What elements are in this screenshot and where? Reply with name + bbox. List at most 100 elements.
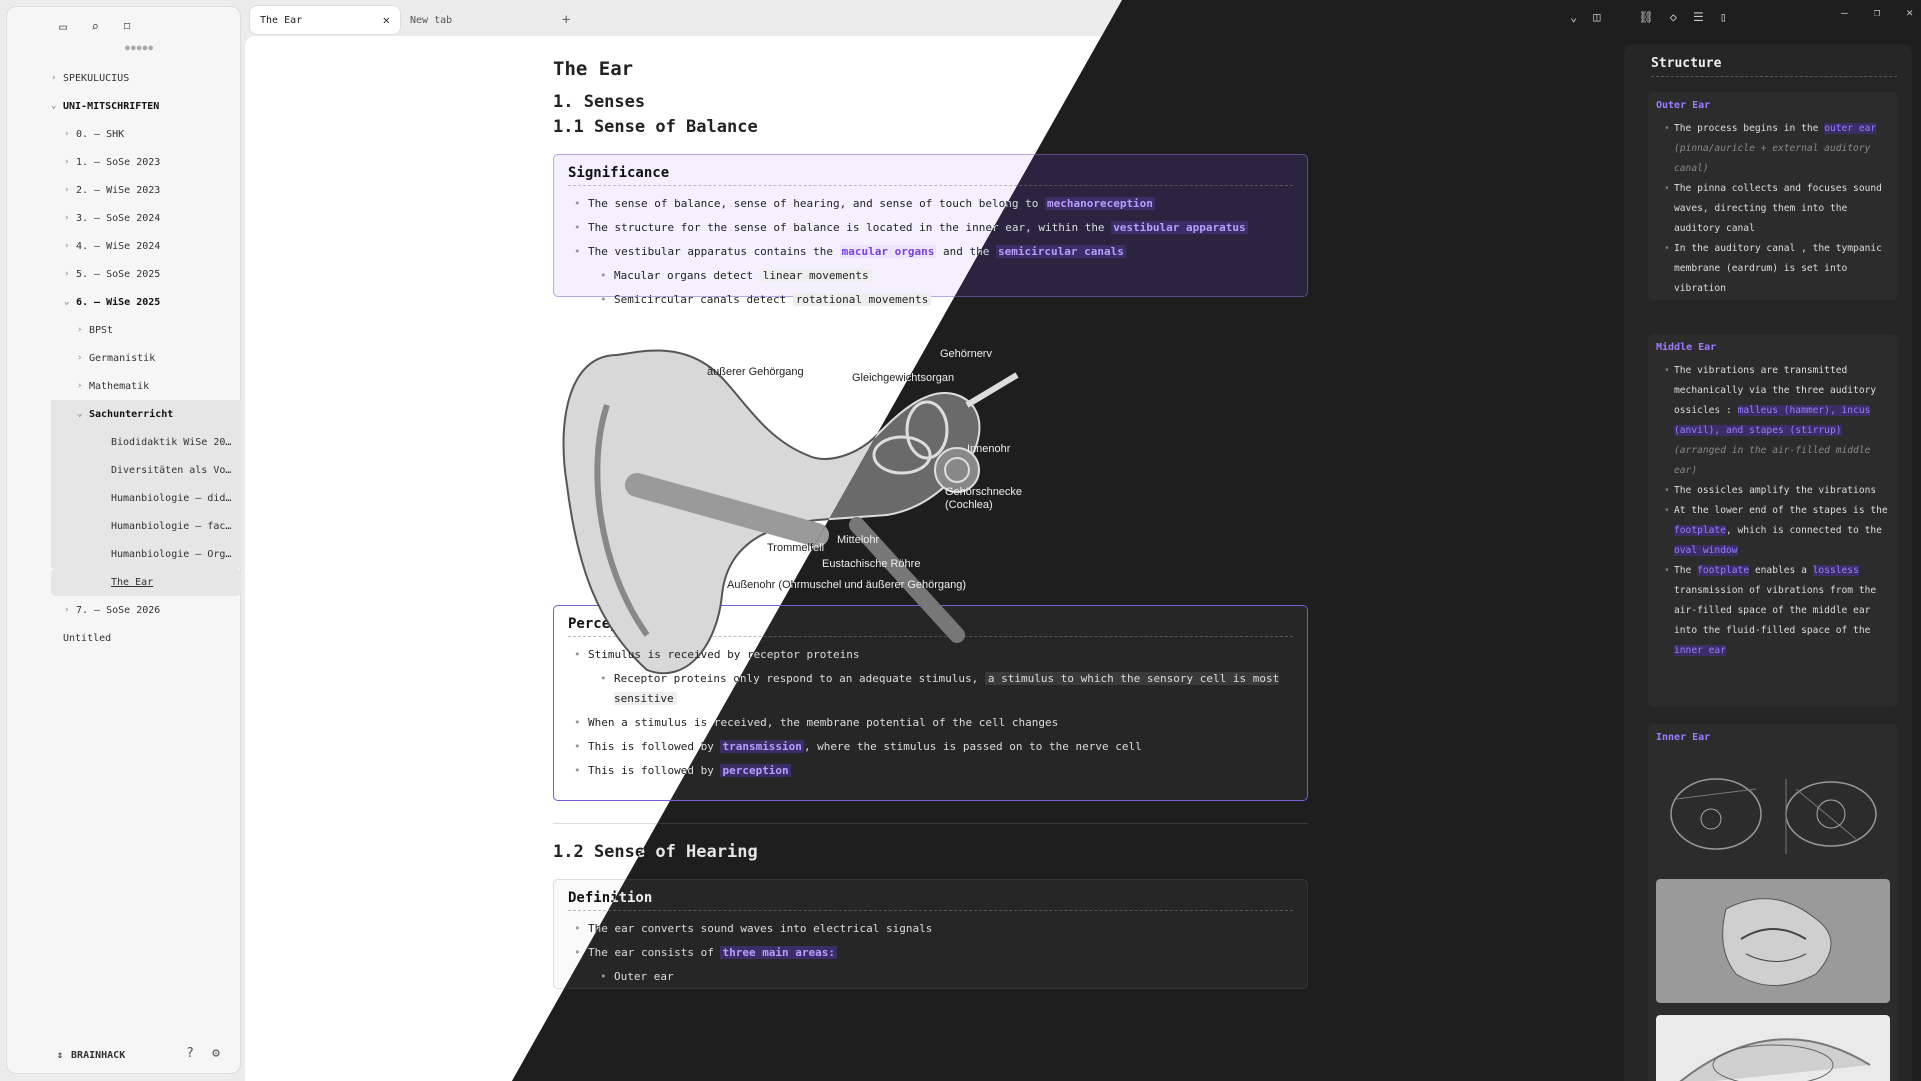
sidebar-item[interactable]: Humanbiologie – Org…: [51, 540, 241, 568]
tag[interactable]: perception: [720, 764, 791, 777]
chevron-down-icon[interactable]: ⌄: [1570, 10, 1577, 24]
close-icon[interactable]: ✕: [383, 13, 390, 27]
minimize-icon[interactable]: —: [1841, 6, 1848, 19]
maximize-icon[interactable]: ❐: [1874, 6, 1881, 19]
sidebar-item[interactable]: › 0. – SHK: [51, 120, 241, 148]
divider: [553, 823, 1308, 824]
diagram-label: (Cochlea): [945, 499, 993, 511]
toolbar-right: ⌄ ◫ ⛓ ◇ ☰ ▯: [1570, 10, 1727, 24]
tag-icon[interactable]: ◇: [1670, 10, 1677, 24]
sidebar-item[interactable]: Untitled: [51, 624, 241, 652]
diagram-label: Innenohr: [967, 443, 1011, 455]
sidebar-item[interactable]: › Germanistik: [51, 344, 241, 372]
sidebar-item-label: Diversitäten als Vo…: [111, 464, 232, 476]
sidebar-item[interactable]: › 5. – SoSe 2025: [51, 260, 241, 288]
sidebar-item[interactable]: › Mathematik: [51, 372, 241, 400]
sidebar-item[interactable]: ⌄ Sachunterricht: [51, 400, 241, 428]
tab-the-ear[interactable]: The Ear ✕: [250, 6, 400, 34]
chevron-down-icon[interactable]: ⌄: [64, 297, 76, 307]
updown-icon: ⇕: [57, 1050, 64, 1061]
note: (pinna/auricle + external auditory canal…: [1674, 143, 1871, 174]
chevron-right-icon[interactable]: ›: [51, 73, 63, 83]
help-icon[interactable]: ?: [180, 1043, 200, 1063]
chevron-down-icon[interactable]: ⌄: [77, 409, 89, 419]
inline-code: linear movements: [759, 269, 872, 282]
sidebar-item[interactable]: › 7. – SoSe 2026: [51, 596, 241, 624]
sidebar-item-label: 7. – SoSe 2026: [76, 604, 161, 616]
chevron-right-icon[interactable]: ›: [64, 129, 76, 139]
sidebar-item[interactable]: › 1. – SoSe 2023: [51, 148, 241, 176]
sidebar-item[interactable]: ⌄ UNI-MITSCHRIFTEN: [51, 92, 241, 120]
outline-icon[interactable]: ☰: [1693, 10, 1704, 24]
text: transmission of vibrations from the air-…: [1674, 585, 1877, 636]
hair-cell-image[interactable]: [1656, 1015, 1890, 1081]
chevron-right-icon[interactable]: ›: [64, 269, 76, 279]
sidebar-item[interactable]: Humanbiologie – did…: [51, 484, 241, 512]
sidebar-item[interactable]: Biodidaktik WiSe 20…: [51, 428, 241, 456]
structure-title: Structure: [1651, 56, 1897, 77]
tag[interactable]: three main areas:: [720, 946, 838, 959]
list-item: The ear converts sound waves into electr…: [568, 917, 1293, 941]
sidebar-item[interactable]: Diversitäten als Vo…: [51, 456, 241, 484]
list-item: At the lower end of the stapes is the fo…: [1656, 501, 1890, 561]
tab-new[interactable]: New tab: [400, 6, 550, 34]
chevron-right-icon[interactable]: ›: [77, 325, 89, 335]
chevron-right-icon[interactable]: ›: [64, 185, 76, 195]
sidebar-item-label: Untitled: [63, 632, 112, 644]
tag[interactable]: transmission: [720, 740, 804, 753]
diagram-label: Gehörschnecke: [945, 486, 1022, 498]
sidebar-item[interactable]: › 3. – SoSe 2024: [51, 204, 241, 232]
sidebar-item[interactable]: The Ear: [51, 568, 241, 596]
tag[interactable]: semicircular canals: [996, 245, 1126, 258]
sidebar-item[interactable]: Humanbiologie – fac…: [51, 512, 241, 540]
document-icon[interactable]: ▯: [1720, 10, 1727, 24]
chevron-right-icon[interactable]: ›: [64, 157, 76, 167]
sidebar-item-label: 2. – WiSe 2023: [76, 184, 161, 196]
tag[interactable]: footplate: [1697, 565, 1750, 576]
link-icon[interactable]: ⛓: [1638, 10, 1653, 24]
tag[interactable]: vestibular apparatus: [1111, 221, 1248, 234]
tag[interactable]: outer ear: [1824, 123, 1877, 134]
drag-handle-icon[interactable]: ●●●●●: [125, 43, 154, 52]
tag[interactable]: macular organs: [839, 245, 937, 258]
vault-name: BRAINHACK: [71, 1050, 126, 1061]
folder-icon[interactable]: ▭: [53, 17, 73, 37]
sidebar-item-label: Humanbiologie – did…: [111, 492, 232, 504]
search-icon[interactable]: ⌕: [85, 17, 105, 37]
list-item: The ear consists of three main areas:: [568, 941, 1293, 965]
chevron-right-icon[interactable]: ›: [64, 213, 76, 223]
new-tab-icon[interactable]: +: [562, 12, 570, 28]
chevron-right-icon[interactable]: ›: [64, 241, 76, 251]
sidebar-item[interactable]: › 2. – WiSe 2023: [51, 176, 241, 204]
inner-ear-card: Inner Ear: [1648, 724, 1898, 1081]
tag[interactable]: footplate: [1674, 525, 1726, 536]
tab-label: New tab: [410, 14, 453, 26]
chevron-right-icon[interactable]: ›: [77, 353, 89, 363]
structure-panel: Structure Outer Ear The process begins i…: [1624, 44, 1912, 1081]
split-view-icon[interactable]: ◫: [1593, 10, 1600, 24]
sidebar-item[interactable]: › SPEKULUCIUS: [51, 64, 241, 92]
inner-ear-diagram-image[interactable]: [1656, 759, 1890, 867]
sidebar-item[interactable]: › BPSt: [51, 316, 241, 344]
bookmark-icon[interactable]: ⌑: [117, 17, 137, 37]
inline-code: rotational movements: [792, 293, 932, 306]
card-heading: Outer Ear: [1656, 100, 1711, 111]
sidebar-item[interactable]: › 4. – WiSe 2024: [51, 232, 241, 260]
sidebar-item-label: Sachunterricht: [89, 408, 174, 420]
text: The vestibular apparatus contains the: [588, 245, 840, 258]
tag[interactable]: mechanoreception: [1044, 197, 1155, 210]
settings-icon[interactable]: ⚙: [206, 1043, 226, 1063]
chevron-right-icon[interactable]: ›: [64, 605, 76, 615]
vault-switcher[interactable]: ⇕ BRAINHACK: [57, 1050, 125, 1061]
sidebar-item[interactable]: ⌄ 6. – WiSe 2025: [51, 288, 241, 316]
cochlea-section-image[interactable]: [1656, 879, 1890, 1003]
text: The: [1674, 565, 1698, 576]
tag[interactable]: oval window: [1674, 545, 1738, 556]
sidebar-item-label: Germanistik: [89, 352, 156, 364]
tag[interactable]: lossless: [1812, 565, 1859, 576]
chevron-down-icon[interactable]: ⌄: [51, 101, 63, 111]
chevron-right-icon[interactable]: ›: [77, 381, 89, 391]
text: The sense of balance, sense of hearing, …: [588, 197, 1045, 210]
tag[interactable]: inner ear: [1674, 645, 1726, 656]
close-window-icon[interactable]: ✕: [1906, 6, 1913, 19]
